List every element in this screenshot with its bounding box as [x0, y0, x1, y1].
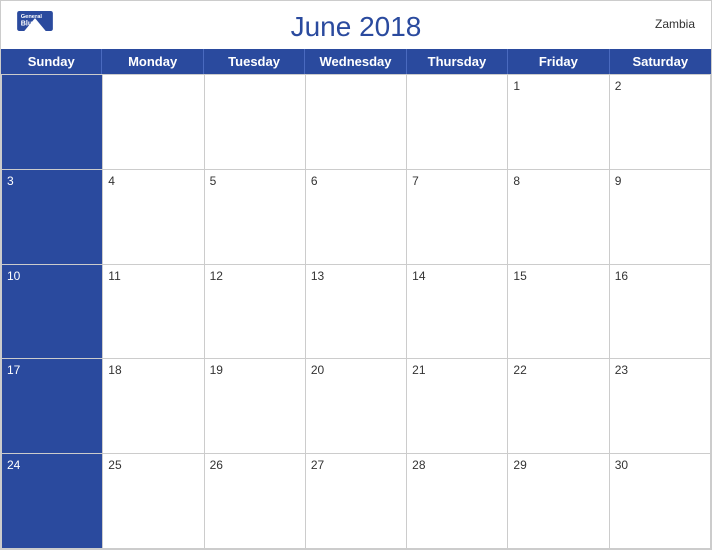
calendar-cell: 2 [610, 75, 711, 170]
cell-number: 18 [108, 363, 121, 377]
cell-number: 3 [7, 174, 14, 188]
cell-number: 28 [412, 458, 425, 472]
day-header-friday: Friday [508, 49, 609, 74]
cell-number: 15 [513, 269, 526, 283]
calendar-cell: 18 [103, 359, 204, 454]
day-header-saturday: Saturday [610, 49, 711, 74]
calendar-cell: 1 [508, 75, 609, 170]
cell-number: 11 [108, 269, 120, 283]
calendar-cell: 27 [306, 454, 407, 549]
cell-number: 16 [615, 269, 628, 283]
calendar-grid: 1234567891011121314151617181920212223242… [1, 74, 711, 549]
day-header-thursday: Thursday [407, 49, 508, 74]
calendar-cell: 8 [508, 170, 609, 265]
calendar-cell: 24 [2, 454, 103, 549]
calendar-cell: 12 [205, 265, 306, 360]
cell-number: 10 [7, 269, 20, 283]
calendar-cell: 29 [508, 454, 609, 549]
cell-number: 1 [513, 79, 520, 93]
calendar-cell: 30 [610, 454, 711, 549]
calendar-cell: 28 [407, 454, 508, 549]
calendar-cell: 16 [610, 265, 711, 360]
cell-number: 25 [108, 458, 121, 472]
day-header-tuesday: Tuesday [204, 49, 305, 74]
calendar-cell [205, 75, 306, 170]
calendar-cell [103, 75, 204, 170]
calendar-cell: 26 [205, 454, 306, 549]
days-header: Sunday Monday Tuesday Wednesday Thursday… [1, 49, 711, 74]
calendar-cell: 14 [407, 265, 508, 360]
calendar-cell: 10 [2, 265, 103, 360]
calendar-cell: 23 [610, 359, 711, 454]
calendar-cell [2, 75, 103, 170]
cell-number: 23 [615, 363, 628, 377]
cell-number: 5 [210, 174, 217, 188]
day-header-monday: Monday [102, 49, 203, 74]
cell-number: 22 [513, 363, 526, 377]
cell-number: 30 [615, 458, 628, 472]
generalblue-logo-icon: General Blue [17, 11, 53, 41]
calendar-cell: 20 [306, 359, 407, 454]
calendar: General Blue June 2018 Zambia Sunday Mon… [0, 0, 712, 550]
cell-number: 26 [210, 458, 223, 472]
cell-number: 8 [513, 174, 520, 188]
day-header-sunday: Sunday [1, 49, 102, 74]
cell-number: 29 [513, 458, 526, 472]
calendar-cell: 3 [2, 170, 103, 265]
calendar-cell: 13 [306, 265, 407, 360]
cell-number: 20 [311, 363, 324, 377]
calendar-cell: 9 [610, 170, 711, 265]
calendar-cell: 15 [508, 265, 609, 360]
cell-number: 9 [615, 174, 622, 188]
calendar-cell: 19 [205, 359, 306, 454]
calendar-cell [407, 75, 508, 170]
cell-number: 13 [311, 269, 324, 283]
calendar-cell: 6 [306, 170, 407, 265]
cell-number: 21 [412, 363, 425, 377]
calendar-cell [306, 75, 407, 170]
calendar-cell: 17 [2, 359, 103, 454]
cell-number: 12 [210, 269, 223, 283]
cell-number: 2 [615, 79, 622, 93]
calendar-cell: 11 [103, 265, 204, 360]
cell-number: 19 [210, 363, 223, 377]
calendar-title: June 2018 [17, 11, 695, 43]
calendar-cell: 5 [205, 170, 306, 265]
calendar-cell: 25 [103, 454, 204, 549]
cell-number: 17 [7, 363, 20, 377]
calendar-cell: 7 [407, 170, 508, 265]
cell-number: 27 [311, 458, 324, 472]
cell-number: 6 [311, 174, 318, 188]
country-label: Zambia [655, 17, 695, 31]
cell-number: 24 [7, 458, 20, 472]
day-header-wednesday: Wednesday [305, 49, 406, 74]
svg-text:Blue: Blue [21, 19, 36, 27]
logo-area: General Blue [17, 11, 53, 41]
calendar-cell: 21 [407, 359, 508, 454]
cell-number: 14 [412, 269, 425, 283]
calendar-cell: 4 [103, 170, 204, 265]
cell-number: 4 [108, 174, 115, 188]
cell-number: 7 [412, 174, 419, 188]
calendar-cell: 22 [508, 359, 609, 454]
calendar-header: General Blue June 2018 Zambia [1, 1, 711, 49]
